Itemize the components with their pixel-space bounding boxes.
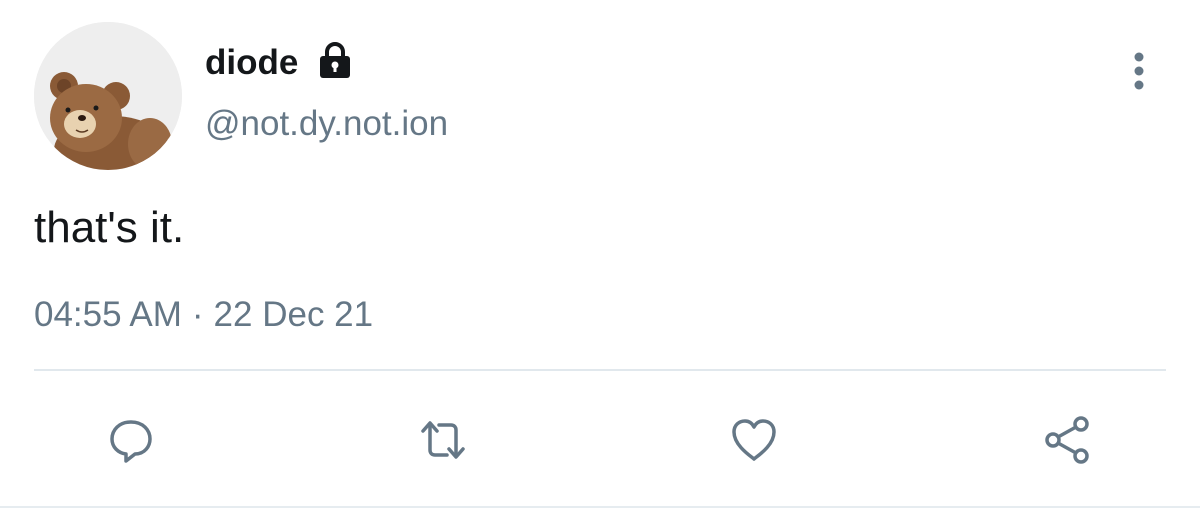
user-handle[interactable]: @not.dy.not.ion	[205, 101, 448, 147]
teddy-bear-avatar-image	[34, 22, 182, 170]
like-button[interactable]	[719, 405, 789, 475]
share-icon	[1045, 416, 1089, 464]
share-button[interactable]	[1032, 405, 1102, 475]
lock-icon	[316, 42, 354, 80]
action-bar	[0, 405, 1200, 475]
timestamp-separator: ·	[191, 295, 204, 334]
tweet-timestamp[interactable]: 04:55 AM · 22 Dec 21	[34, 292, 373, 338]
reply-button[interactable]	[96, 405, 166, 475]
heart-icon	[732, 419, 776, 461]
reply-icon	[110, 420, 152, 463]
avatar[interactable]	[34, 22, 182, 170]
more-options-icon[interactable]	[1118, 48, 1160, 96]
retweet-button[interactable]	[408, 405, 478, 475]
tweet-date: 22 Dec 21	[213, 295, 374, 334]
tweet-card: diode @not.dy.not.ion that's it. 04:55 A…	[0, 0, 1200, 524]
bottom-divider	[0, 506, 1200, 508]
display-name-row: diode	[205, 40, 354, 86]
tweet-text: that's it.	[34, 203, 185, 252]
retweet-icon	[421, 421, 465, 459]
tweet-time: 04:55 AM	[34, 295, 182, 334]
display-name[interactable]: diode	[205, 40, 298, 86]
divider	[34, 369, 1166, 371]
